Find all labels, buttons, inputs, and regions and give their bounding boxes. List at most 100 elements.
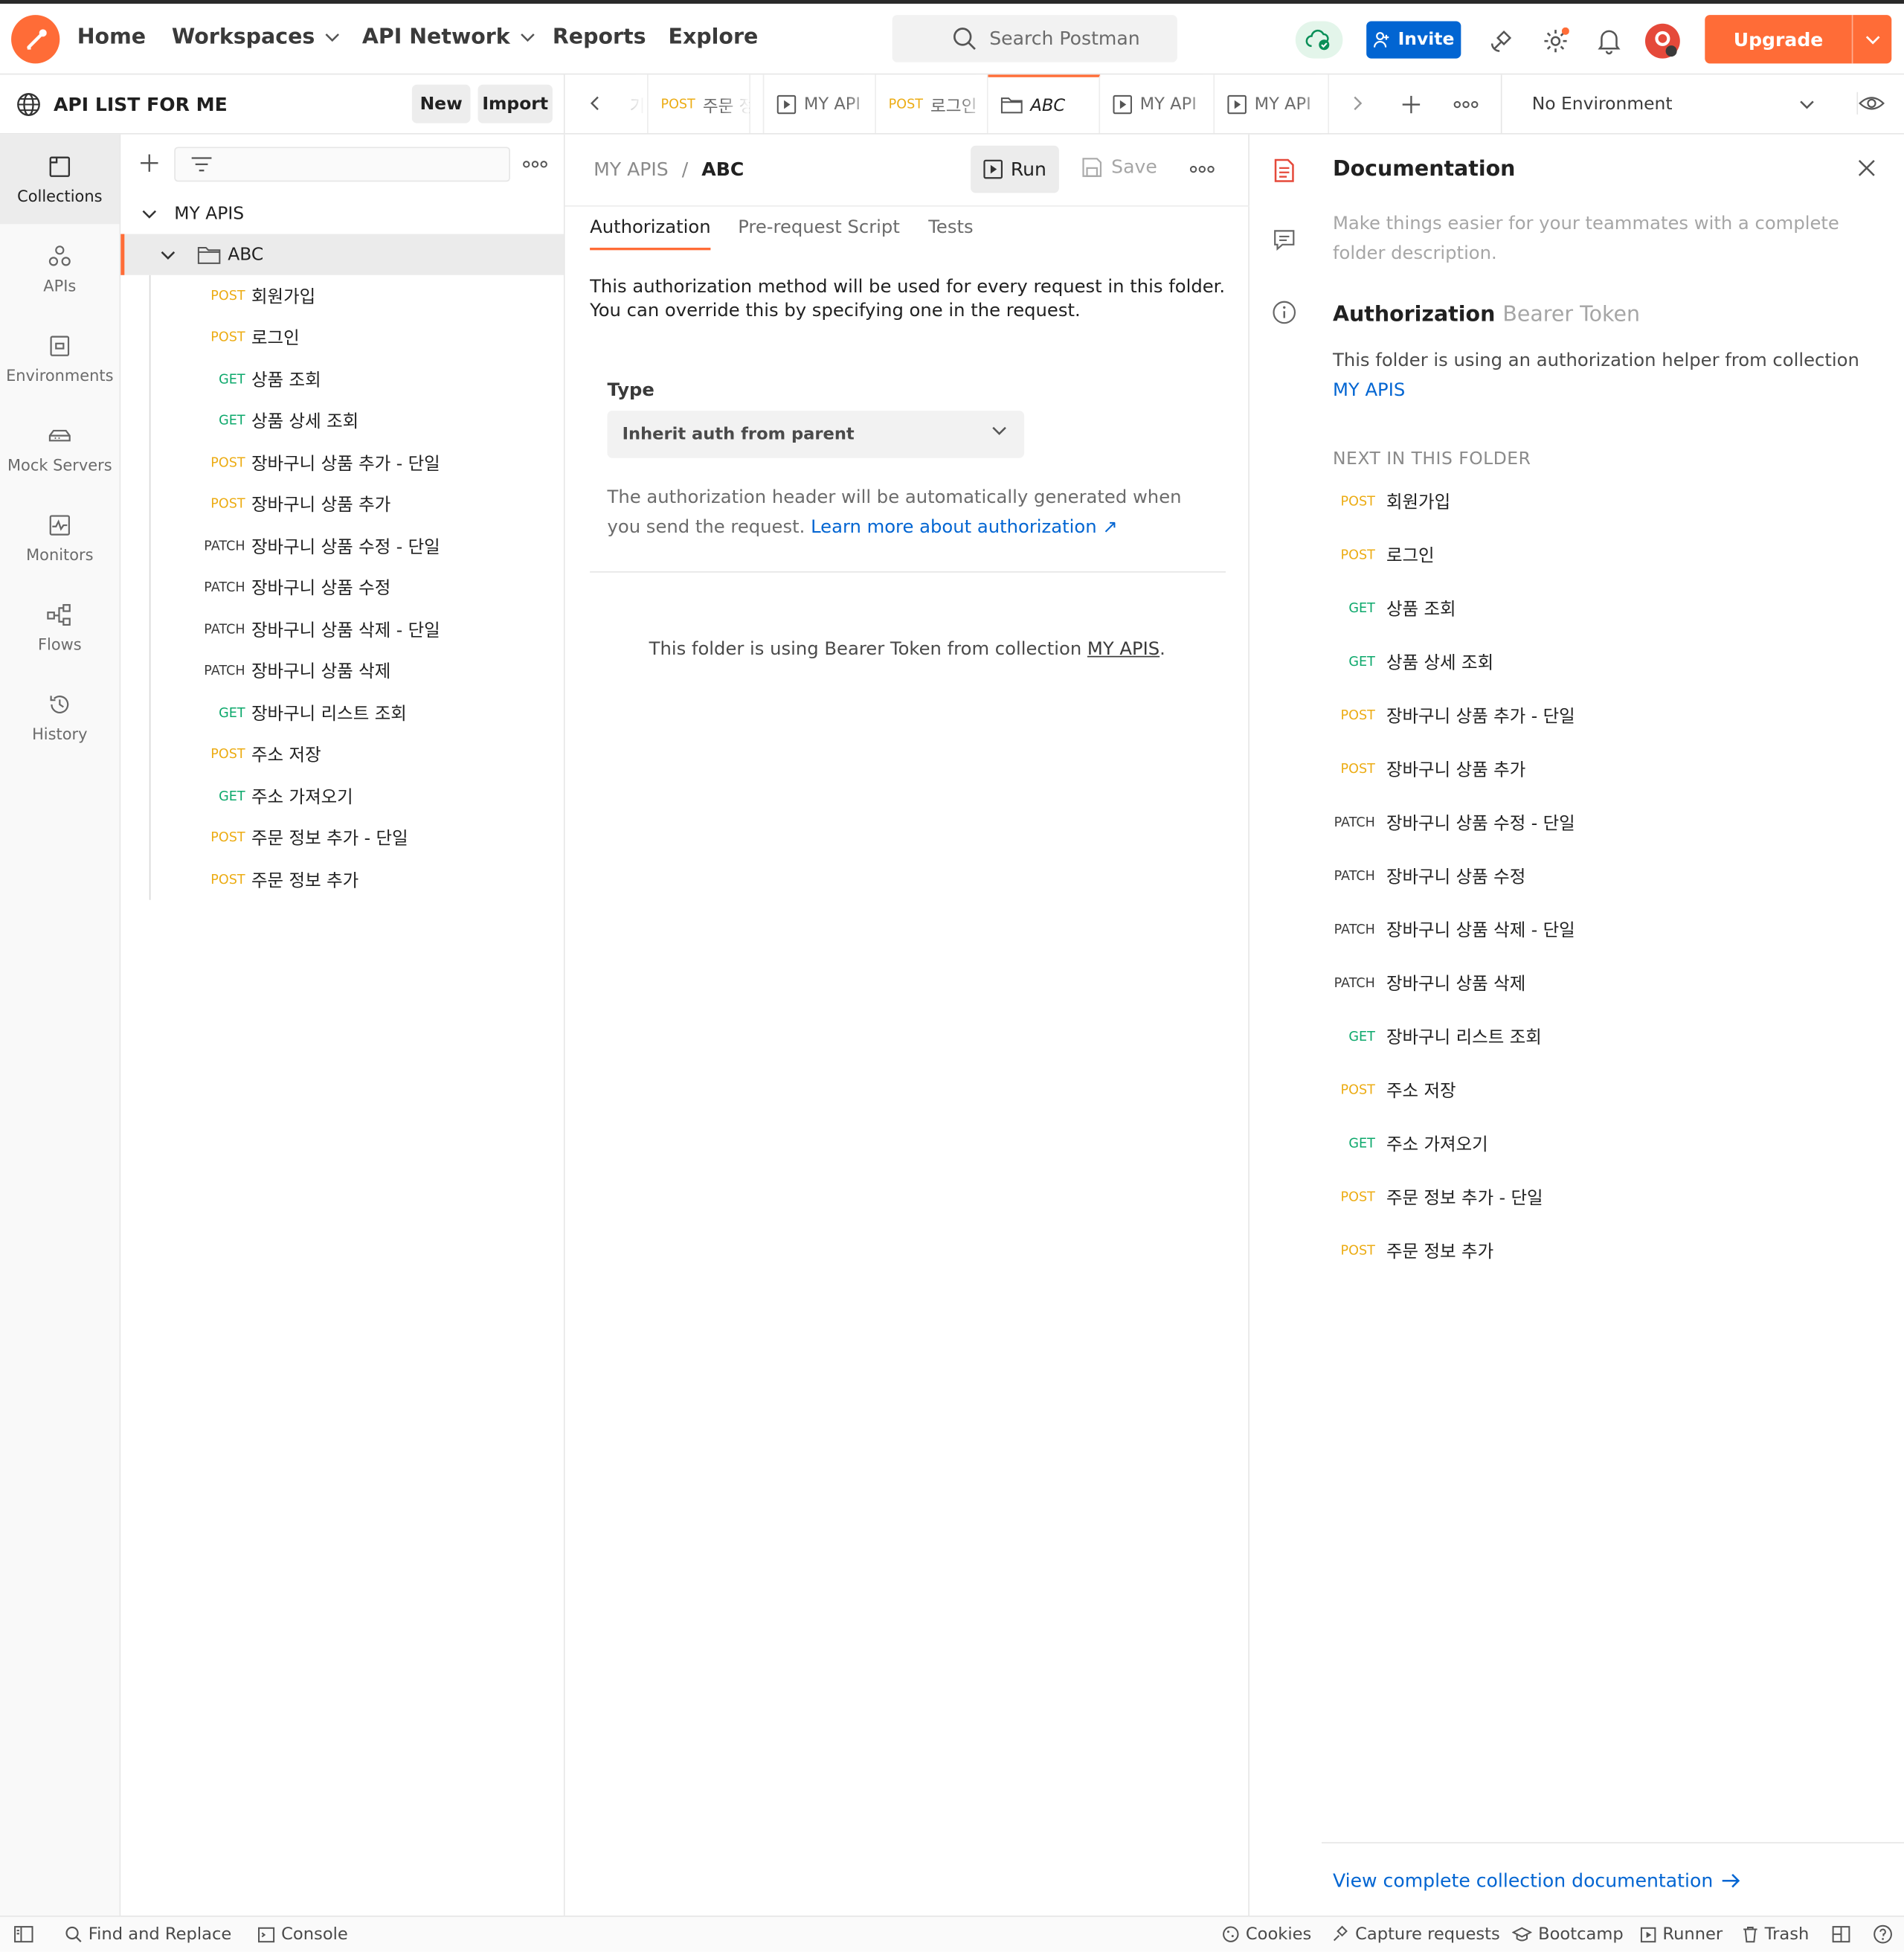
info-icon[interactable] (1272, 300, 1296, 324)
plus-icon[interactable] (139, 153, 159, 173)
chevron-down-icon[interactable] (1853, 34, 1891, 44)
tree-request-item[interactable]: POST 주문 정보 추가 (120, 859, 564, 900)
invite-button[interactable]: Invite (1366, 21, 1461, 59)
next-request-item[interactable]: GET 장바구니 리스트 조회 (1333, 1021, 1541, 1053)
plus-icon[interactable] (1401, 94, 1421, 115)
tab-pre-request-script[interactable]: Pre-request Script (738, 218, 900, 238)
gear-icon[interactable] (1542, 27, 1569, 55)
tree-request-item[interactable]: PATCH 장바구니 상품 수정 (120, 567, 564, 608)
next-request-item[interactable]: GET 상품 조회 (1333, 592, 1456, 625)
documentation-placeholder[interactable]: Make things easier for your teammates wi… (1333, 209, 1880, 269)
tab-3[interactable]: POST 로그인 (876, 74, 988, 134)
filter-input[interactable] (174, 147, 511, 182)
tree-request-item[interactable]: PATCH 장바구니 상품 삭제 (120, 650, 564, 691)
tab-tests[interactable]: Tests (928, 218, 973, 238)
rail-environments[interactable]: Environments (0, 314, 120, 403)
documentation-icon[interactable] (1273, 158, 1296, 182)
nav-api-network[interactable]: API Network (362, 25, 535, 50)
tree-request-item[interactable]: PATCH 장바구니 상품 삭제 - 단일 (120, 609, 564, 649)
runner-button[interactable]: Runner (1640, 1924, 1723, 1945)
next-request-item[interactable]: POST 로그인 (1333, 539, 1435, 571)
help-icon[interactable] (1873, 1924, 1893, 1945)
runner-icon (776, 94, 797, 114)
learn-more-link[interactable]: Learn more about authorization ↗ (811, 518, 1118, 538)
bootcamp-button[interactable]: Bootcamp (1511, 1924, 1624, 1945)
chevron-left-icon[interactable] (590, 96, 599, 111)
next-request-item[interactable]: PATCH 장바구니 상품 삭제 - 단일 (1333, 914, 1575, 946)
tree-collection-my-apis[interactable]: MY APIS (120, 193, 564, 234)
rail-apis[interactable]: APIs (0, 224, 120, 313)
inherit-collection-link[interactable]: MY APIS (1087, 640, 1160, 660)
tree-request-item[interactable]: POST 주문 정보 추가 - 단일 (120, 817, 564, 858)
next-request-item[interactable]: POST 주문 정보 추가 - 단일 (1333, 1181, 1543, 1214)
next-request-item[interactable]: POST 회원가입 (1333, 486, 1451, 518)
view-collection-docs-link[interactable]: View complete collection documentation (1333, 1869, 1740, 1892)
import-button[interactable]: Import (477, 84, 553, 123)
tab-1[interactable]: POST주문 정 (649, 74, 750, 134)
nav-reports[interactable]: Reports (553, 25, 646, 49)
close-icon[interactable] (1856, 158, 1876, 178)
tree-request-item[interactable]: PATCH 장바구니 상품 수정 - 단일 (120, 525, 564, 566)
tree-request-item[interactable]: POST 장바구니 상품 추가 - 단일 (120, 442, 564, 483)
rail-flows[interactable]: Flows (0, 582, 120, 672)
next-request-item[interactable]: GET 상품 상세 조회 (1333, 646, 1493, 678)
environment-selector[interactable]: No Environment (1500, 74, 1904, 134)
tree-request-item[interactable]: GET 상품 조회 (120, 359, 564, 399)
next-request-item[interactable]: POST 장바구니 상품 추가 - 단일 (1333, 699, 1575, 732)
save-button[interactable]: Save (1081, 155, 1157, 178)
nav-workspaces[interactable]: Workspaces (172, 25, 340, 50)
tree-request-item[interactable]: POST 로그인 (120, 317, 564, 358)
nav-home[interactable]: Home (77, 25, 146, 49)
more-options-icon[interactable] (1453, 100, 1479, 109)
eye-icon[interactable] (1856, 92, 1885, 115)
tab-5[interactable]: MY API (1100, 74, 1215, 134)
next-request-item[interactable]: POST 주문 정보 추가 (1333, 1235, 1494, 1268)
comments-icon[interactable] (1273, 229, 1296, 251)
new-button[interactable]: New (411, 84, 471, 123)
upgrade-button[interactable]: Upgrade (1705, 15, 1892, 64)
breadcrumb-parent[interactable]: MY APIS (594, 158, 669, 180)
bell-icon[interactable] (1597, 28, 1621, 55)
rail-history[interactable]: History (0, 672, 120, 762)
tree-request-item[interactable]: GET 상품 상세 조회 (120, 400, 564, 441)
next-request-item[interactable]: POST 주소 저장 (1333, 1074, 1456, 1107)
run-button[interactable]: Run (971, 145, 1059, 193)
chevron-right-icon[interactable] (1353, 96, 1363, 111)
tree-folder-abc[interactable]: ABC (120, 234, 564, 275)
next-request-item[interactable]: POST 장바구니 상품 추가 (1333, 753, 1526, 786)
satellite-icon[interactable] (1490, 28, 1514, 53)
trash-button[interactable]: Trash (1742, 1924, 1809, 1945)
more-options-icon[interactable] (1189, 164, 1215, 174)
tab-abc-active[interactable]: ABC (988, 74, 1101, 134)
tab-authorization[interactable]: Authorization (590, 218, 711, 251)
next-request-item[interactable]: GET 주소 가져오기 (1333, 1128, 1488, 1160)
tab-6[interactable]: MY API (1215, 74, 1329, 134)
more-options-icon[interactable] (523, 159, 547, 169)
sync-status-icon[interactable] (1295, 21, 1343, 59)
next-request-item[interactable]: PATCH 장바구니 상품 수정 (1333, 860, 1526, 893)
sidebar-toggle-icon[interactable] (13, 1925, 33, 1943)
capture-requests-button[interactable]: Capture requests (1331, 1924, 1500, 1945)
tree-request-item[interactable]: GET 주소 가져오기 (120, 775, 564, 816)
nav-explore[interactable]: Explore (669, 25, 759, 49)
console-button[interactable]: Console (257, 1924, 348, 1945)
find-replace-button[interactable]: Find and Replace (65, 1924, 231, 1945)
tree-request-item[interactable]: POST 주소 저장 (120, 733, 564, 774)
tab-0[interactable]: 기 (617, 74, 649, 134)
avatar[interactable] (1644, 22, 1681, 60)
rail-monitors[interactable]: Monitors (0, 493, 120, 582)
postman-logo-icon[interactable] (11, 15, 60, 64)
next-request-item[interactable]: PATCH 장바구니 상품 삭제 (1333, 967, 1526, 1000)
next-request-item[interactable]: PATCH 장바구니 상품 수정 - 단일 (1333, 806, 1575, 839)
auth-type-select[interactable]: Inherit auth from parent (607, 411, 1025, 458)
rail-collections[interactable]: Collections (0, 134, 120, 225)
tree-request-item[interactable]: POST 회원가입 (120, 275, 564, 316)
docs-collection-link[interactable]: MY APIS (1333, 381, 1405, 401)
search-input[interactable]: Search Postman (892, 15, 1177, 62)
tree-request-item[interactable]: POST 장바구니 상품 추가 (120, 484, 564, 524)
layout-icon[interactable] (1832, 1925, 1850, 1943)
cookies-button[interactable]: Cookies (1222, 1924, 1311, 1945)
rail-mock-servers[interactable]: Mock Servers (0, 403, 120, 492)
tree-request-item[interactable]: GET 장바구니 리스트 조회 (120, 692, 564, 733)
tab-2[interactable]: MY API (762, 74, 876, 134)
